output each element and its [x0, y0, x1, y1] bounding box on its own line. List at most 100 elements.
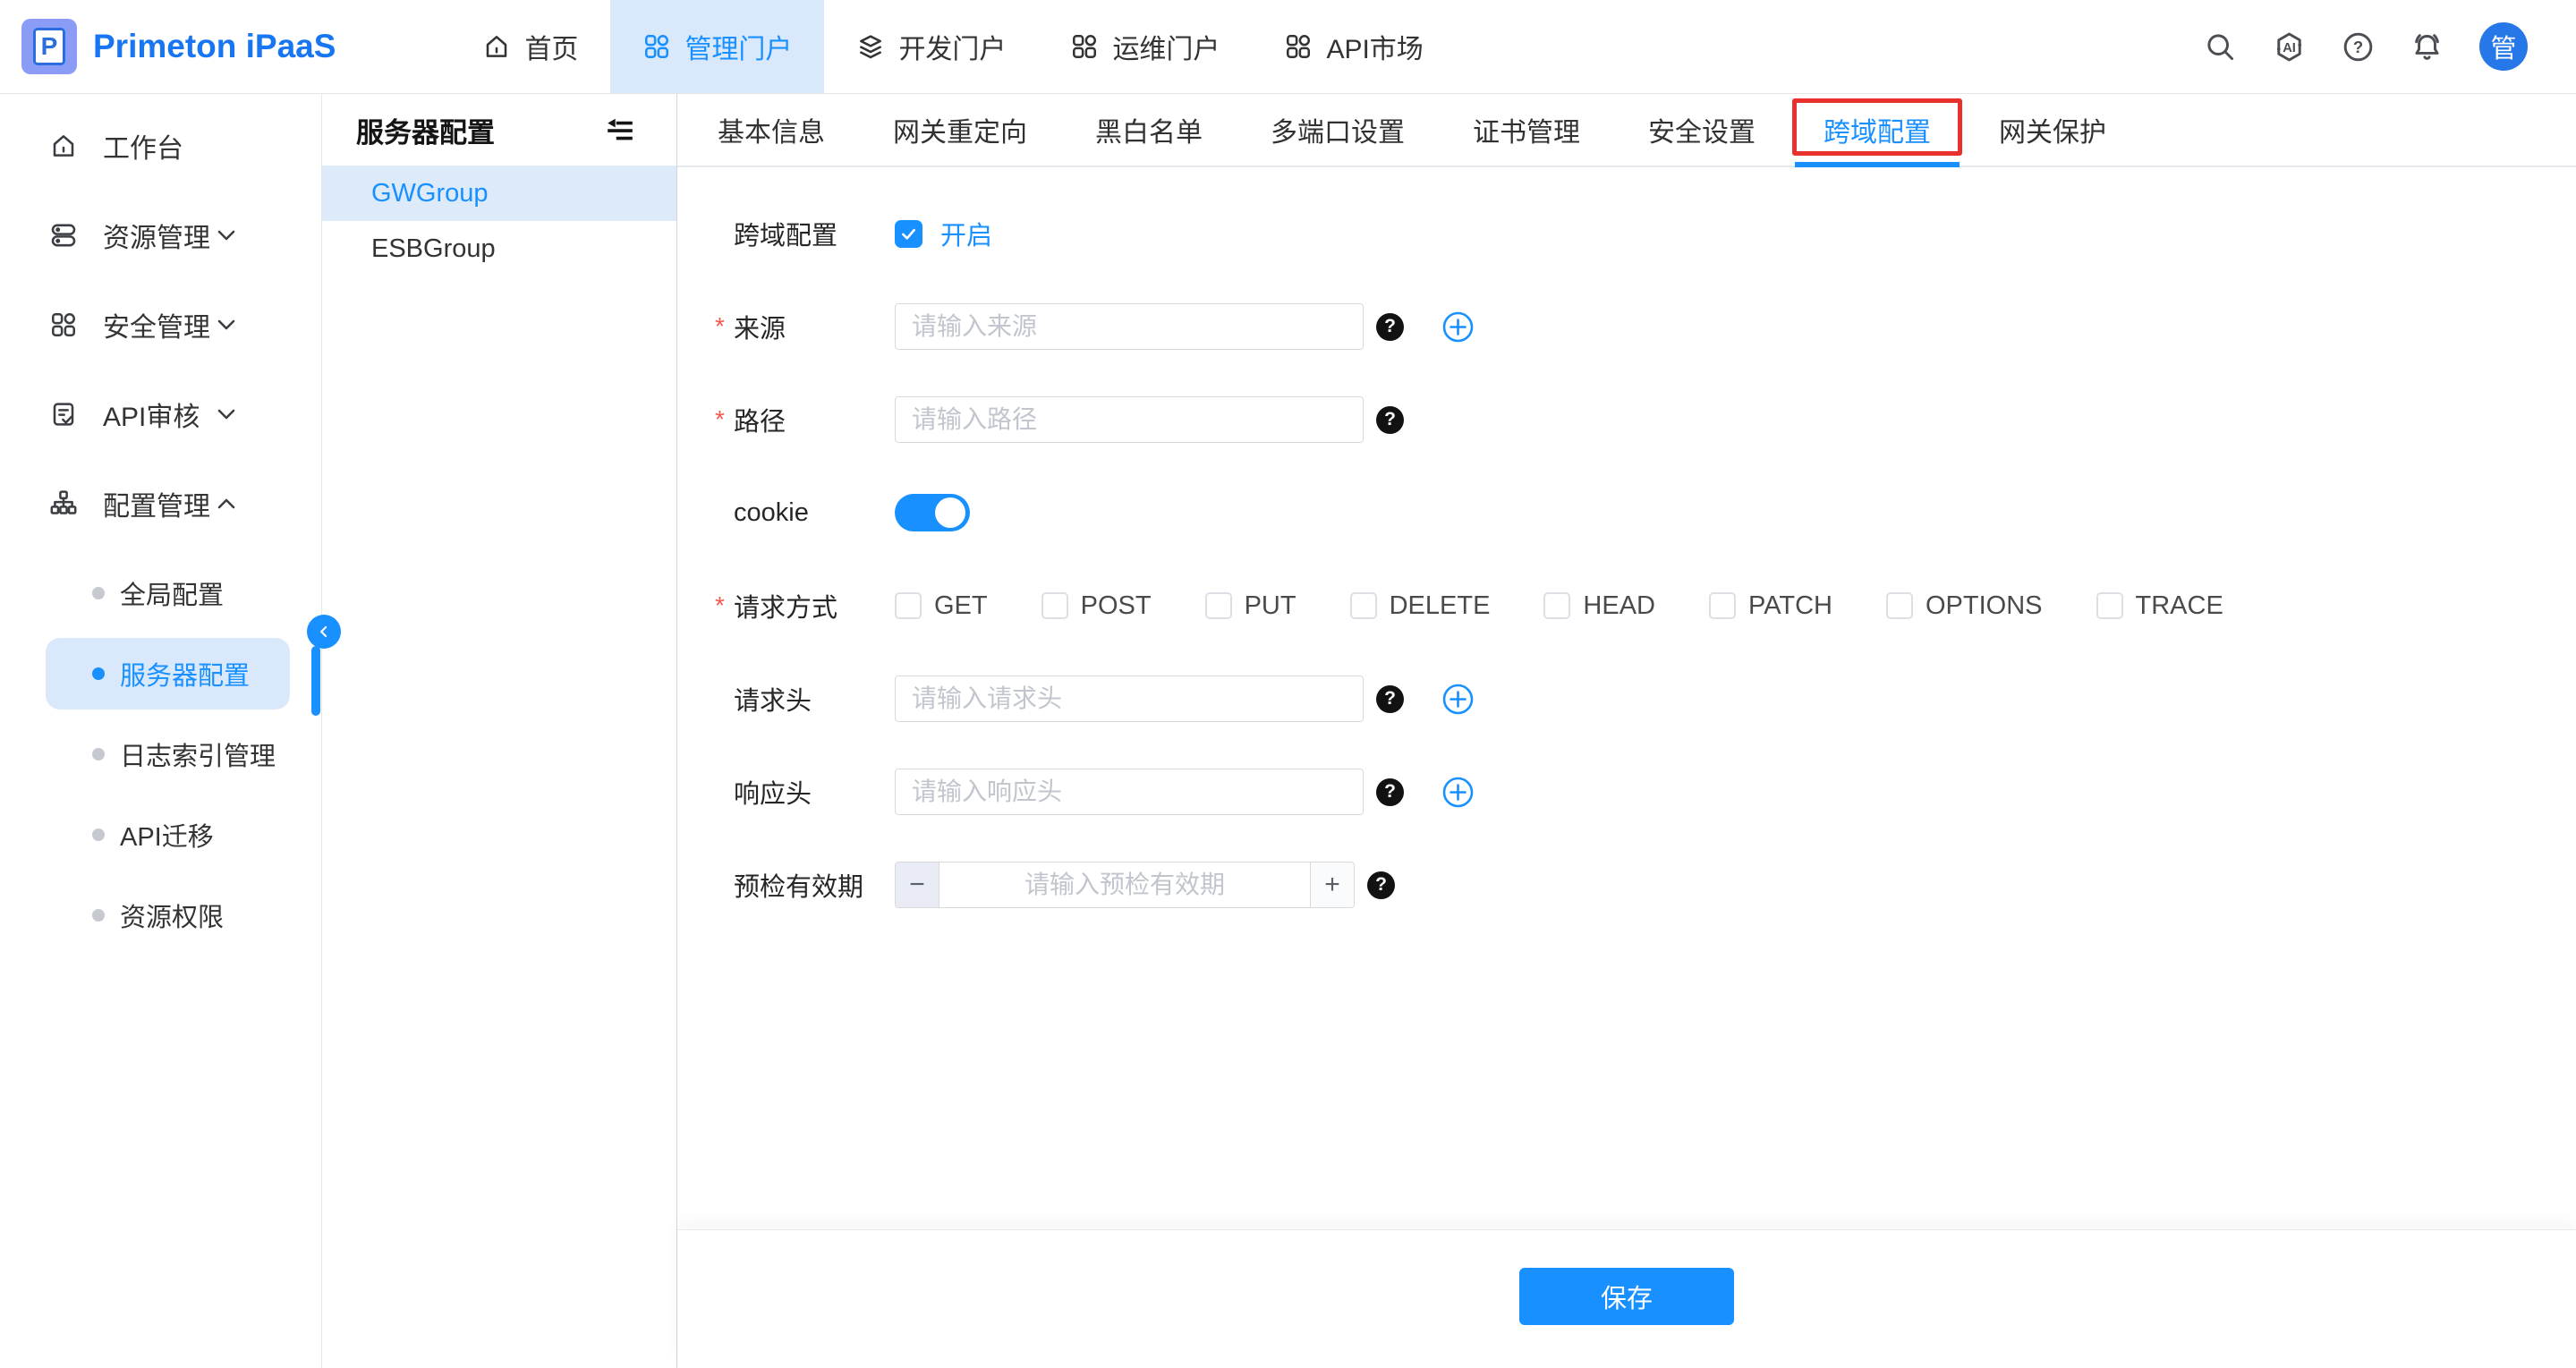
field-label-preflight: 预检有效期	[734, 866, 895, 904]
preflight-help-icon[interactable]: ?	[1367, 871, 1395, 899]
method-option-label: OPTIONS	[1926, 591, 2043, 621]
form-footer: 保存	[677, 1229, 2576, 1368]
checkbox-unchecked-icon[interactable]	[1350, 592, 1377, 619]
tab-跨域配置[interactable]: 跨域配置	[1800, 94, 1954, 166]
sidebar-subitem-全局配置[interactable]: 全局配置	[46, 557, 290, 629]
sidebar-subitem-API迁移[interactable]: API迁移	[46, 799, 290, 871]
grid-icon	[642, 32, 671, 61]
svg-text:AI: AI	[2283, 41, 2296, 55]
panel-collapse-icon[interactable]	[605, 115, 635, 145]
bullet-dot-icon	[92, 828, 105, 841]
chevron-down-icon	[212, 221, 266, 250]
tab-基本信息[interactable]: 基本信息	[694, 94, 848, 166]
user-avatar[interactable]: 管	[2479, 22, 2528, 71]
sidebar-item-配置管理[interactable]: 配置管理	[0, 459, 321, 548]
grid-icon	[1070, 32, 1099, 61]
form-row-preflight: 预检有效期 − + ?	[677, 838, 2576, 931]
sidebar-item-label: 工作台	[103, 126, 183, 166]
nav-item-首页[interactable]: 首页	[450, 0, 610, 93]
request-header-add-button[interactable]	[1441, 683, 1475, 716]
cookie-toggle[interactable]	[895, 494, 970, 531]
method-option-TRACE[interactable]: TRACE	[2096, 591, 2223, 621]
top-nav: P Primeton iPaaS 首页管理门户开发门户运维门户API市场 AI?…	[0, 0, 2576, 94]
method-option-label: HEAD	[1583, 591, 1655, 621]
method-option-POST[interactable]: POST	[1041, 591, 1152, 621]
sidebar-collapse-handle[interactable]	[307, 615, 341, 649]
method-option-label: PATCH	[1748, 591, 1832, 621]
search-icon[interactable]	[2204, 30, 2237, 64]
save-button[interactable]: 保存	[1519, 1268, 1734, 1325]
sidebar-subitem-日志索引管理[interactable]: 日志索引管理	[46, 718, 290, 790]
path-input[interactable]	[895, 396, 1364, 443]
ai-icon[interactable]: AI	[2273, 30, 2306, 64]
tab-安全设置[interactable]: 安全设置	[1625, 94, 1779, 166]
sidebar-item-工作台[interactable]: 工作台	[0, 101, 321, 191]
method-option-OPTIONS[interactable]: OPTIONS	[1886, 591, 2043, 621]
top-nav-menu: 首页管理门户开发门户运维门户 API市场	[450, 0, 1455, 93]
stepper-decrease-button[interactable]: −	[896, 862, 939, 907]
sidebar-subitem-资源权限[interactable]: 资源权限	[46, 879, 290, 951]
stepper-increase-button[interactable]: +	[1310, 862, 1354, 907]
nav-item-label: API市场	[1326, 27, 1423, 66]
tab-网关重定向[interactable]: 网关重定向	[870, 94, 1050, 166]
sidebar-collapse-bar[interactable]	[311, 646, 320, 716]
svg-text:?: ?	[2353, 37, 2363, 55]
origin-help-icon[interactable]: ?	[1376, 313, 1404, 341]
bell-icon[interactable]	[2410, 30, 2444, 64]
tab-黑白名单[interactable]: 黑白名单	[1072, 94, 1226, 166]
response-header-help-icon[interactable]: ?	[1376, 778, 1404, 806]
bullet-dot-icon	[92, 587, 105, 599]
enable-checkbox-label[interactable]: 开启	[940, 215, 992, 252]
enable-checkbox[interactable]	[895, 220, 922, 248]
tab-多端口设置[interactable]: 多端口设置	[1247, 94, 1428, 166]
cors-form: 跨域配置 开启 来源 ? 路径 ? cookie	[677, 167, 2576, 1229]
bell-icon	[2410, 30, 2444, 64]
method-option-PUT[interactable]: PUT	[1205, 591, 1297, 621]
chevron-down-icon	[212, 310, 241, 339]
sidebar-subitem-label: 日志索引管理	[120, 735, 276, 773]
request-header-input[interactable]	[895, 676, 1364, 722]
method-option-GET[interactable]: GET	[895, 591, 988, 621]
origin-input[interactable]	[895, 303, 1364, 350]
ai-icon: AI	[2273, 30, 2306, 64]
field-label-origin: 来源	[734, 308, 895, 345]
response-header-add-button[interactable]	[1441, 776, 1475, 809]
origin-add-button[interactable]	[1441, 310, 1475, 344]
checkbox-unchecked-icon[interactable]	[1543, 592, 1570, 619]
bullet-dot-icon	[92, 748, 105, 760]
sidebar-subitem-label: 资源权限	[120, 896, 224, 934]
chevron-left-icon	[315, 623, 333, 641]
request-header-help-icon[interactable]: ?	[1376, 685, 1404, 713]
nav-item-API市场[interactable]: API市场	[1252, 0, 1455, 93]
check-icon	[899, 225, 918, 243]
sidebar-item-资源管理[interactable]: 资源管理	[0, 191, 321, 280]
sidebar-subitem-服务器配置[interactable]: 服务器配置	[46, 638, 290, 709]
tab-证书管理[interactable]: 证书管理	[1450, 94, 1603, 166]
server-group-item-ESBGroup[interactable]: ESBGroup	[322, 221, 676, 276]
sidebar-item-API审核[interactable]: API审核	[0, 370, 321, 459]
sidebar-subitem-label: API迁移	[120, 816, 214, 854]
top-right-icons: AI?	[2204, 30, 2444, 64]
method-option-label: DELETE	[1390, 591, 1491, 621]
response-header-input[interactable]	[895, 769, 1364, 815]
method-option-DELETE[interactable]: DELETE	[1350, 591, 1491, 621]
nav-item-开发门户[interactable]: 开发门户	[824, 0, 1038, 93]
grid-icon	[49, 310, 78, 339]
path-help-icon[interactable]: ?	[1376, 406, 1404, 434]
preflight-input[interactable]	[939, 862, 1310, 907]
checkbox-unchecked-icon[interactable]	[895, 592, 922, 619]
nav-item-管理门户[interactable]: 管理门户	[610, 0, 824, 93]
checkbox-unchecked-icon[interactable]	[2096, 592, 2123, 619]
nav-item-运维门户[interactable]: 运维门户	[1038, 0, 1252, 93]
help-icon[interactable]: ?	[2342, 30, 2375, 64]
checkbox-unchecked-icon[interactable]	[1709, 592, 1736, 619]
checkbox-unchecked-icon[interactable]	[1886, 592, 1913, 619]
checkbox-unchecked-icon[interactable]	[1205, 592, 1232, 619]
method-option-PATCH[interactable]: PATCH	[1709, 591, 1832, 621]
method-option-HEAD[interactable]: HEAD	[1543, 591, 1655, 621]
tab-网关保护[interactable]: 网关保护	[1976, 94, 2130, 166]
checkbox-unchecked-icon[interactable]	[1041, 592, 1068, 619]
bullet-dot-icon	[92, 667, 105, 680]
sidebar-item-安全管理[interactable]: 安全管理	[0, 280, 321, 370]
server-group-item-GWGroup[interactable]: GWGroup	[322, 166, 676, 221]
